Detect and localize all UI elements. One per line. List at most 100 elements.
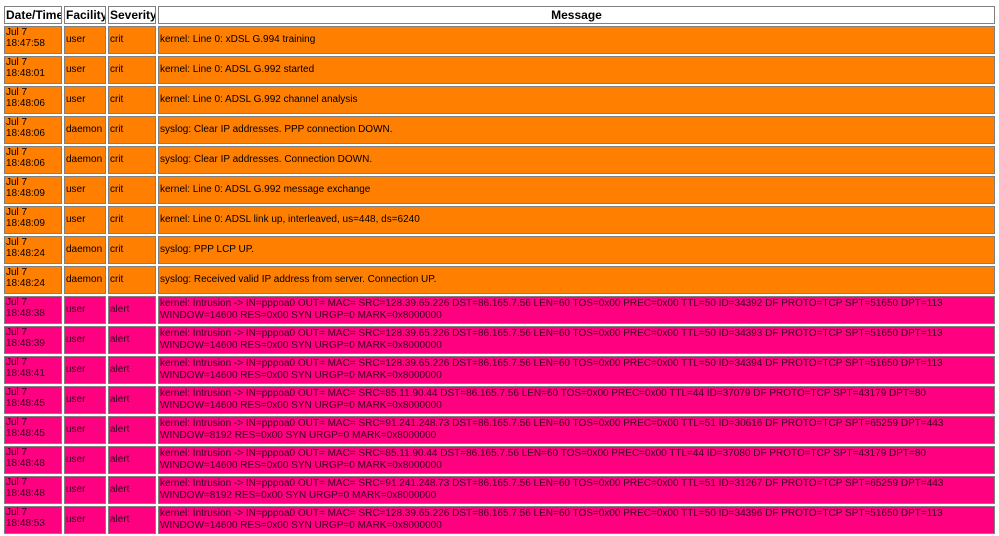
cell-message: syslog: PPP LCP UP. <box>158 236 995 264</box>
cell-datetime: Jul 7 18:48:41 <box>4 356 62 384</box>
column-header-datetime: Date/Time <box>4 6 62 24</box>
log-date: Jul 7 <box>6 207 28 218</box>
cell-message: kernel: Intrusion -> IN=pppoa0 OUT= MAC=… <box>158 326 995 354</box>
table-row: Jul 7 18:48:24 daemon crit syslog: Received … <box>4 266 995 294</box>
log-date: Jul 7 <box>6 477 28 488</box>
log-time: 18:48:53 <box>6 518 45 529</box>
cell-facility: user <box>64 326 106 354</box>
table-row: Jul 7 18:47:58 user crit kernel: Line 0: xDS… <box>4 26 995 54</box>
log-time: 18:48:06 <box>6 158 45 169</box>
log-time: 18:48:06 <box>6 128 45 139</box>
column-header-message: Message <box>158 6 995 24</box>
log-message: syslog: PPP LCP UP. <box>160 244 254 255</box>
cell-facility: user <box>64 476 106 504</box>
log-time: 18:48:24 <box>6 248 45 259</box>
log-date: Jul 7 <box>6 267 28 278</box>
cell-datetime: Jul 7 18:48:45 <box>4 386 62 414</box>
cell-datetime: Jul 7 18:48:38 <box>4 296 62 324</box>
log-message-continued: WINDOW=8192 RES=0x00 SYN URGP=0 MARK=0x8… <box>160 490 437 501</box>
log-message-continued: WINDOW=14600 RES=0x00 SYN URGP=0 MARK=0x… <box>160 520 442 531</box>
cell-message: kernel: Line 0: ADSL link up, interleave… <box>158 206 995 234</box>
log-rows: Jul 7 18:47:58 user crit kernel: Line 0: xDS… <box>4 26 995 534</box>
cell-facility: user <box>64 176 106 204</box>
table-row: Jul 7 18:48:06 user crit kernel: Line 0: ADS… <box>4 86 995 114</box>
cell-message: kernel: Intrusion -> IN=pppoa0 OUT= MAC=… <box>158 386 995 414</box>
log-date: Jul 7 <box>6 297 28 308</box>
cell-facility: user <box>64 416 106 444</box>
log-message: kernel: Line 0: xDSL G.994 training <box>160 34 316 45</box>
table-row: Jul 7 18:48:48 user alert kernel: Intrusion … <box>4 446 995 474</box>
cell-datetime: Jul 7 18:47:58 <box>4 26 62 54</box>
log-time: 18:48:45 <box>6 428 45 439</box>
log-time: 18:47:58 <box>6 38 45 49</box>
cell-message: syslog: Received valid IP address from s… <box>158 266 995 294</box>
cell-message: kernel: Intrusion -> IN=pppoa0 OUT= MAC=… <box>158 356 995 384</box>
cell-severity: alert <box>108 326 156 354</box>
cell-facility: daemon <box>64 146 106 174</box>
cell-severity: alert <box>108 446 156 474</box>
cell-facility: daemon <box>64 116 106 144</box>
cell-severity: crit <box>108 206 156 234</box>
log-message: kernel: Intrusion -> IN=pppoa0 OUT= MAC=… <box>160 298 943 309</box>
log-message-continued: WINDOW=14600 RES=0x00 SYN URGP=0 MARK=0x… <box>160 340 442 351</box>
log-message-continued: WINDOW=14600 RES=0x00 SYN URGP=0 MARK=0x… <box>160 310 442 321</box>
table-row: Jul 7 18:48:38 user alert kernel: Intrusion … <box>4 296 995 324</box>
table-row: Jul 7 18:48:41 user alert kernel: Intrusion … <box>4 356 995 384</box>
cell-severity: crit <box>108 116 156 144</box>
log-message: kernel: Intrusion -> IN=pppoa0 OUT= MAC=… <box>160 418 944 429</box>
log-message: kernel: Line 0: ADSL G.992 started <box>160 64 315 75</box>
log-date: Jul 7 <box>6 87 28 98</box>
log-time: 18:48:24 <box>6 278 45 289</box>
log-message: kernel: Intrusion -> IN=pppoa0 OUT= MAC=… <box>160 478 944 489</box>
log-date: Jul 7 <box>6 417 28 428</box>
cell-message: kernel: Intrusion -> IN=pppoa0 OUT= MAC=… <box>158 446 995 474</box>
cell-severity: crit <box>108 26 156 54</box>
cell-severity: crit <box>108 146 156 174</box>
cell-datetime: Jul 7 18:48:24 <box>4 266 62 294</box>
log-time: 18:48:38 <box>6 308 45 319</box>
log-message: kernel: Intrusion -> IN=pppoa0 OUT= MAC=… <box>160 358 943 369</box>
table-header-row: Date/Time Facility Severity Message <box>4 6 995 24</box>
cell-facility: daemon <box>64 266 106 294</box>
cell-message: kernel: Intrusion -> IN=pppoa0 OUT= MAC=… <box>158 476 995 504</box>
cell-message: kernel: Line 0: xDSL G.994 training <box>158 26 995 54</box>
table-row: Jul 7 18:48:06 daemon crit syslog: Clear IP … <box>4 116 995 144</box>
log-message: kernel: Intrusion -> IN=pppoa0 OUT= MAC=… <box>160 388 926 399</box>
column-header-severity: Severity <box>108 6 156 24</box>
cell-severity: crit <box>108 266 156 294</box>
log-message: syslog: Clear IP addresses. PPP connecti… <box>160 124 393 135</box>
table-row: Jul 7 18:48:09 user crit kernel: Line 0: ADS… <box>4 206 995 234</box>
log-time: 18:48:39 <box>6 338 45 349</box>
cell-message: kernel: Intrusion -> IN=pppoa0 OUT= MAC=… <box>158 296 995 324</box>
log-date: Jul 7 <box>6 447 28 458</box>
log-date: Jul 7 <box>6 507 28 518</box>
log-message: kernel: Line 0: ADSL G.992 channel analy… <box>160 94 358 105</box>
cell-severity: alert <box>108 416 156 444</box>
log-message-continued: WINDOW=8192 RES=0x00 SYN URGP=0 MARK=0x8… <box>160 430 437 441</box>
log-message-continued: WINDOW=14600 RES=0x00 SYN URGP=0 MARK=0x… <box>160 370 442 381</box>
cell-message: kernel: Intrusion -> IN=pppoa0 OUT= MAC=… <box>158 416 995 444</box>
log-time: 18:48:48 <box>6 488 45 499</box>
log-date: Jul 7 <box>6 387 28 398</box>
cell-facility: user <box>64 386 106 414</box>
log-time: 18:48:06 <box>6 98 45 109</box>
syslog-view: Date/Time Facility Severity Message Jul … <box>2 4 997 536</box>
log-date: Jul 7 <box>6 177 28 188</box>
cell-datetime: Jul 7 18:48:48 <box>4 446 62 474</box>
cell-severity: alert <box>108 476 156 504</box>
log-message-continued: WINDOW=14600 RES=0x00 SYN URGP=0 MARK=0x… <box>160 400 442 411</box>
log-date: Jul 7 <box>6 57 28 68</box>
log-date: Jul 7 <box>6 327 28 338</box>
log-time: 18:48:41 <box>6 368 45 379</box>
cell-datetime: Jul 7 18:48:09 <box>4 206 62 234</box>
table-row: Jul 7 18:48:39 user alert kernel: Intrusion … <box>4 326 995 354</box>
table-row: Jul 7 18:48:24 daemon crit syslog: PPP LCP U… <box>4 236 995 264</box>
cell-severity: alert <box>108 356 156 384</box>
cell-facility: user <box>64 86 106 114</box>
log-time: 18:48:09 <box>6 188 45 199</box>
log-message-continued: WINDOW=14600 RES=0x00 SYN URGP=0 MARK=0x… <box>160 460 442 471</box>
table-row: Jul 7 18:48:01 user crit kernel: Line 0: ADS… <box>4 56 995 84</box>
cell-facility: daemon <box>64 236 106 264</box>
log-message: kernel: Intrusion -> IN=pppoa0 OUT= MAC=… <box>160 448 926 459</box>
log-date: Jul 7 <box>6 27 28 38</box>
